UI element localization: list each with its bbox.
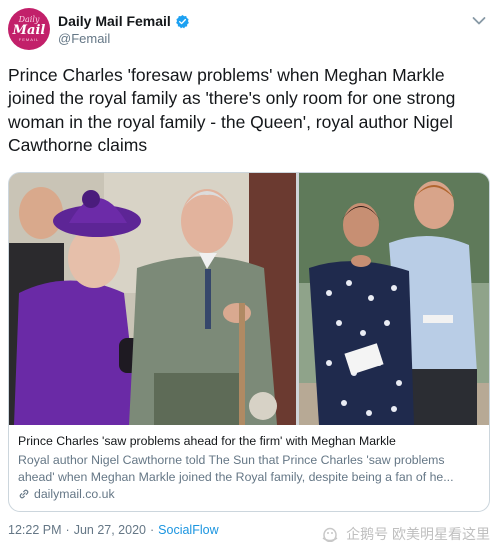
watermark: 企鹅号 欧美明星看这里	[320, 524, 490, 544]
photo-meghan-and-harry	[299, 173, 489, 425]
footer-separator-2: ·	[149, 523, 155, 537]
watermark-text: 企鹅号 欧美明星看这里	[346, 526, 490, 542]
link-card[interactable]: Prince Charles 'saw problems ahead for t…	[8, 172, 490, 512]
chevron-down-icon[interactable]	[472, 16, 486, 26]
avatar-text-main: Mail	[12, 23, 46, 38]
tweet-header: Daily Mail FEMAIL Daily Mail Femail @Fem…	[8, 8, 490, 52]
card-domain[interactable]: dailymail.co.uk	[18, 487, 115, 501]
card-image[interactable]	[9, 173, 489, 425]
card-title[interactable]: Prince Charles 'saw problems ahead for t…	[18, 434, 482, 448]
tweet-time[interactable]: 12:22 PM	[8, 523, 62, 537]
footer-separator: ·	[65, 523, 70, 537]
card-description: Royal author Nigel Cawthorne told The Su…	[18, 453, 454, 484]
tweet-date[interactable]: Jun 27, 2020	[74, 523, 146, 537]
tweet-source-link[interactable]: SocialFlow	[158, 523, 218, 537]
penguin-logo-icon	[322, 527, 338, 542]
name-row: Daily Mail Femail	[58, 13, 190, 29]
photo-queen-and-prince-charles	[9, 173, 296, 425]
avatar[interactable]: Daily Mail FEMAIL	[8, 8, 50, 50]
link-icon	[19, 489, 29, 499]
verified-badge-icon	[175, 14, 189, 28]
display-name[interactable]: Daily Mail Femail	[58, 13, 171, 29]
tweet-footer: 12:22 PM · Jun 27, 2020 · SocialFlow	[8, 523, 219, 537]
avatar-text-bottom: FEMAIL	[18, 37, 40, 42]
user-handle[interactable]: @Femail	[58, 31, 110, 46]
card-domain-text: dailymail.co.uk	[34, 487, 115, 501]
tweet-text: Prince Charles 'foresaw problems' when M…	[8, 65, 456, 155]
